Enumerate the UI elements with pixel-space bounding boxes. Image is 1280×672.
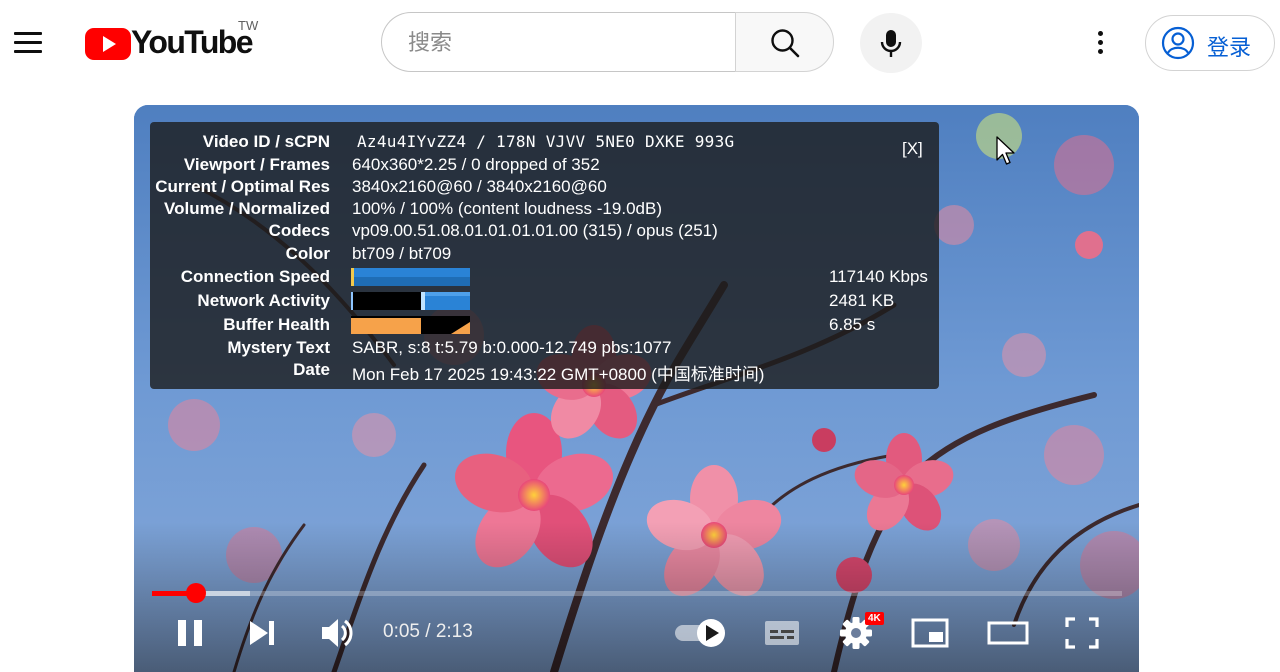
signin-label: 登录 xyxy=(1207,36,1252,61)
stats-value: Mon Feb 17 2025 19:43:22 GMT+0800 (中国标准时… xyxy=(352,365,765,384)
connection-speed-graph xyxy=(351,268,470,286)
stats-label: Current / Optimal Res xyxy=(155,177,330,196)
stats-reading: 2481 KB xyxy=(829,291,895,310)
search-box xyxy=(381,12,735,72)
autoplay-toggle-icon xyxy=(675,619,725,647)
youtube-logo-icon xyxy=(85,28,131,60)
fullscreen-icon xyxy=(1065,617,1099,649)
search-icon xyxy=(771,29,800,58)
stats-row-buffer-health: Buffer Health 6.85 s xyxy=(150,315,930,337)
account-circle-icon xyxy=(1161,26,1195,60)
theater-mode-icon xyxy=(987,621,1029,645)
stats-row-viewport: Viewport / Frames 640x360*2.25 / 0 dropp… xyxy=(150,155,930,177)
stats-value: 640x360*2.25 / 0 dropped of 352 xyxy=(352,155,600,174)
stats-row-mystery-text: Mystery Text SABR, s:8 t:5.79 b:0.000-12… xyxy=(150,338,930,360)
stats-value: SABR, s:8 t:5.79 b:0.000-12.749 pbs:1077 xyxy=(352,338,672,357)
stats-row-codecs: Codecs vp09.00.51.08.01.01.01.01.00 (315… xyxy=(150,221,930,243)
signin-button[interactable]: 登录 xyxy=(1145,15,1275,71)
stats-value: vp09.00.51.08.01.01.01.01.00 (315) / opu… xyxy=(352,221,718,240)
volume-icon xyxy=(322,619,353,647)
stats-label: Date xyxy=(293,360,330,379)
stats-label: Buffer Health xyxy=(223,315,330,334)
logo-wordmark: YouTube xyxy=(131,24,254,60)
menu-icon[interactable] xyxy=(8,22,48,62)
time-display: 0:05 / 2:13 xyxy=(383,621,473,642)
stats-row-date: Date Mon Feb 17 2025 19:43:22 GMT+0800 (… xyxy=(150,360,930,384)
miniplayer-icon xyxy=(911,618,949,648)
more-vertical-icon[interactable] xyxy=(1080,22,1120,62)
microphone-icon xyxy=(880,30,902,57)
stats-row-volume: Volume / Normalized 100% / 100% (content… xyxy=(150,199,930,221)
stats-row-resolution: Current / Optimal Res 3840x2160@60 / 384… xyxy=(150,177,930,199)
theater-mode-button[interactable] xyxy=(986,611,1030,655)
stats-label: Connection Speed xyxy=(180,267,330,286)
stats-label: Video ID / sCPN xyxy=(202,132,330,151)
mouse-cursor-icon xyxy=(996,136,1015,165)
stats-label: Mystery Text xyxy=(227,338,330,357)
volume-button[interactable] xyxy=(318,611,358,655)
fullscreen-button[interactable] xyxy=(1062,611,1102,655)
stats-reading: 117140 Kbps xyxy=(829,267,928,286)
masthead: YouTube TW 登录 xyxy=(0,0,1280,88)
subtitles-icon xyxy=(765,621,799,645)
subtitles-button[interactable] xyxy=(762,611,802,655)
stats-label: Volume / Normalized xyxy=(164,199,330,218)
stats-label: Network Activity xyxy=(197,291,330,310)
search-button[interactable] xyxy=(735,12,834,72)
stats-close-button[interactable]: [X] xyxy=(902,139,923,159)
quality-badge: 4K xyxy=(865,612,884,625)
pause-button[interactable] xyxy=(172,611,208,655)
network-activity-graph xyxy=(351,292,470,310)
progress-track xyxy=(152,591,1122,596)
next-button[interactable] xyxy=(244,611,280,655)
search-input[interactable] xyxy=(406,25,720,61)
stats-reading: 6.85 s xyxy=(829,315,876,334)
buffer-health-graph xyxy=(351,316,470,334)
miniplayer-button[interactable] xyxy=(910,611,950,655)
stats-value: Az4u4IYvZZ4 / 178N VJVV 5NE0 DXKE 993G xyxy=(357,132,735,151)
stats-label: Codecs xyxy=(268,221,330,240)
next-icon xyxy=(250,621,274,645)
stats-value: 100% / 100% (content loudness -19.0dB) xyxy=(352,199,662,218)
stats-value: bt709 / bt709 xyxy=(352,244,452,263)
progress-bar[interactable] xyxy=(152,583,1122,603)
autoplay-toggle[interactable] xyxy=(673,611,729,655)
stats-row-network-activity: Network Activity 2481 KB xyxy=(150,291,930,313)
stats-row-video-id: Video ID / sCPN Az4u4IYvZZ4 / 178N VJVV … xyxy=(150,132,930,154)
voice-search-button[interactable] xyxy=(860,13,922,73)
pause-icon xyxy=(178,620,202,646)
video-player[interactable]: Video ID / sCPN Az4u4IYvZZ4 / 178N VJVV … xyxy=(134,105,1139,672)
stats-row-connection-speed: Connection Speed 117140 Kbps xyxy=(150,267,930,289)
stats-row-color: Color bt709 / bt709 xyxy=(150,244,930,266)
stats-for-nerds-panel: Video ID / sCPN Az4u4IYvZZ4 / 178N VJVV … xyxy=(150,122,939,389)
stats-value: 3840x2160@60 / 3840x2160@60 xyxy=(352,177,607,196)
youtube-logo[interactable]: YouTube TW xyxy=(85,18,265,62)
stats-label: Viewport / Frames xyxy=(183,155,330,174)
progress-scrubber[interactable] xyxy=(185,583,206,603)
stats-label: Color xyxy=(285,244,330,263)
region-code: TW xyxy=(238,18,259,33)
